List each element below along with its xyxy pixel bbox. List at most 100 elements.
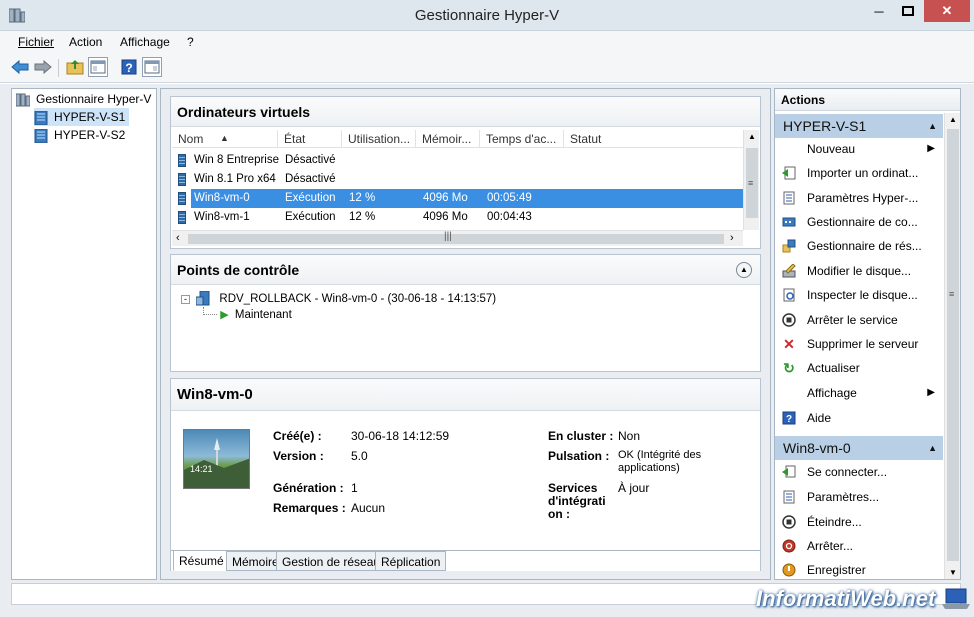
col-nom-label: Nom [178,132,204,146]
hscroll-thumb[interactable] [188,234,724,244]
col-nom[interactable]: Nom ▲ [172,130,278,148]
action-nouveau[interactable]: Nouveau ▶ [775,137,943,161]
action-eteindre[interactable]: Éteindre... [775,510,943,534]
action-actualiser[interactable]: ↻ Actualiser [775,356,943,380]
vm-icon [178,211,186,224]
thumbnail-landscape-icon [184,438,249,488]
vm-list-hscrollbar[interactable]: ‹ ||| › [172,230,743,246]
maximize-button[interactable] [894,0,922,22]
action-se-connecter[interactable]: Se connecter... [775,460,943,484]
network-manager-icon [782,239,796,253]
vm-thumbnail[interactable]: 14:21 [183,429,250,489]
collapse-icon[interactable]: ▲ [736,262,752,278]
forward-button[interactable] [33,57,53,77]
actions-group-server[interactable]: HYPER-V-S1 ▲ [775,114,943,138]
scroll-right-icon[interactable]: › [730,232,734,244]
vm-row-selected[interactable]: Win8-vm-0 Exécution 12 % 4096 Mo 00:05:4… [176,189,743,208]
show-action-pane-button[interactable] [142,57,162,77]
col-utilisation[interactable]: Utilisation... [342,130,416,148]
tab-resume[interactable]: Résumé [173,550,230,571]
menu-fichier[interactable]: Fichier [18,35,54,49]
details-tabs: Résumé Mémoire Gestion de réseau Réplica… [171,550,760,571]
col-temps[interactable]: Temps d'ac... [480,130,564,148]
action-affichage[interactable]: Affichage ▶ [775,381,943,405]
expander-minus-icon[interactable]: - [181,294,190,304]
action-aide[interactable]: ? Aide [775,406,943,430]
col-memoire[interactable]: Mémoir... [416,130,480,148]
action-arreter-service[interactable]: Arrêter le service [775,308,943,332]
col-statut[interactable]: Statut [564,130,744,148]
tab-replication[interactable]: Réplication [375,551,447,571]
action-label: Arrêter... [807,539,854,553]
submenu-arrow-icon: ▶ [927,143,935,154]
col-etat[interactable]: État [278,130,342,148]
action-enregistrer[interactable]: Enregistrer [775,558,943,582]
action-parametres[interactable]: Paramètres... [775,485,943,509]
watermark-logo: InformatiWeb.net [756,586,936,611]
action-label: Modifier le disque... [807,264,912,278]
action-label: Arrêter le service [807,313,898,327]
svg-text:?: ? [786,414,792,425]
menu-action[interactable]: Action [69,35,102,49]
action-inspecter-disque[interactable]: Inspecter le disque... [775,283,943,307]
vm-details-panel: Win8-vm-0 14:21 Créé(e) : 30-06-18 14:12… [170,378,761,571]
actions-group-vm[interactable]: Win8-vm-0 ▲ [775,436,943,460]
action-modifier-disque[interactable]: Modifier le disque... [775,259,943,283]
server-icon [34,110,48,125]
vm-name: Win 8.1 Pro x64 [194,173,276,185]
collapse-arrow-icon[interactable]: ▲ [928,114,937,138]
scroll-left-icon[interactable]: ‹ [176,232,180,244]
action-arreter[interactable]: Arrêter... [775,534,943,558]
notes-value: Aucun [351,501,386,515]
vm-cpu: 12 % [349,192,376,204]
minimize-button[interactable]: ─ [866,0,892,22]
folder-up-icon [66,60,84,75]
tab-gestion-reseau[interactable]: Gestion de réseau [276,551,387,571]
notes-label: Remarques : [273,501,346,515]
inspect-disk-icon [782,288,796,302]
generation-label: Génération : [273,481,344,495]
created-label: Créé(e) : [273,429,322,443]
virtual-machines-panel: Ordinateurs virtuels Nom ▲ État Utilisati… [170,96,761,249]
menu-help[interactable]: ? [187,35,194,49]
checkpoint-item[interactable]: - RDV_ROLLBACK - Win8-vm-0 - (30-06-18 -… [181,290,496,307]
vm-row[interactable]: Win 8.1 Pro x64 Désactivé [176,170,743,189]
checkpoints-panel: Points de contrôle ▲ - RDV_ROLLBACK - Wi… [170,254,761,372]
action-importer[interactable]: Importer un ordinat... [775,161,943,185]
help-button[interactable]: ? [119,57,139,77]
tree-server-hyper-v-s2[interactable]: HYPER-V-S2 [34,126,125,144]
tree-server-hyper-v-s1[interactable]: HYPER-V-S1 [34,108,130,126]
import-icon [782,166,796,180]
server-group-label: HYPER-V-S1 [783,118,867,134]
vm-group-label: Win8-vm-0 [783,440,851,456]
action-label: Supprimer le serveur [807,337,919,351]
actions-pane: Actions HYPER-V-S1 ▲ Nouveau ▶ Importer un… [774,88,961,580]
console-tree-icon [90,60,106,74]
action-gestionnaire-reseau[interactable]: Gestionnaire de rés... [775,234,943,258]
actions-scroll-thumb[interactable] [947,129,959,561]
heartbeat-value-line1: OK (Intégrité des [618,449,702,461]
created-value: 30-06-18 14:12:59 [351,429,450,443]
back-button[interactable] [10,57,30,77]
collapse-arrow-icon[interactable]: ▲ [928,436,937,460]
action-supprimer-serveur[interactable]: ✕ Supprimer le serveur [775,332,943,356]
menu-affichage[interactable]: Affichage [120,35,170,49]
show-hide-console-button[interactable] [88,57,108,77]
vm-name: Win 8 Entreprise [194,154,280,166]
action-label: Inspecter le disque... [807,288,918,302]
shutdown-icon [782,539,796,553]
vm-row[interactable]: Win 8 Entreprise Désactivé [176,151,743,170]
action-parametres-hyperv[interactable]: Paramètres Hyper-... [775,186,943,210]
up-folder-button[interactable] [65,57,85,77]
actions-scrollbar[interactable]: ▲ ≡ ▼ [944,113,960,579]
toolbar-separator [58,59,59,77]
heartbeat-label: Pulsation : [548,449,610,463]
action-gestionnaire-commutateur[interactable]: Gestionnaire de co... [775,210,943,234]
close-button[interactable]: ✕ [924,0,970,22]
action-label: Importer un ordinat... [807,166,919,180]
vm-list-vscrollbar[interactable]: ▲ ≡ [743,130,759,230]
checkpoint-now[interactable]: ▶ Maintenant [203,307,292,323]
turn-off-icon [782,515,796,529]
tree-root[interactable]: Gestionnaire Hyper-V [16,90,151,108]
vm-row[interactable]: Win8-vm-1 Exécution 12 % 4096 Mo 00:04:4… [176,208,743,227]
